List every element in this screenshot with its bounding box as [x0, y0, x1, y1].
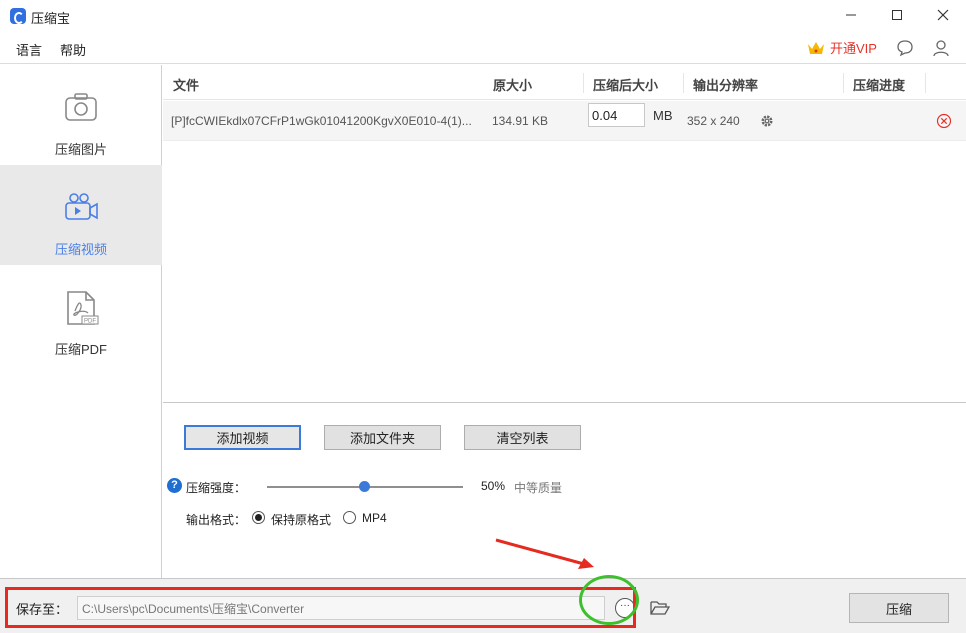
maximize-button[interactable] — [874, 0, 920, 30]
maximize-icon — [892, 10, 902, 20]
menu-help[interactable]: 帮助 — [60, 40, 86, 59]
app-logo-icon — [10, 8, 26, 24]
app-title: 压缩宝 — [31, 11, 71, 26]
menu-language[interactable]: 语言 — [16, 40, 42, 59]
original-size: 134.91 KB — [492, 114, 549, 128]
menu-bar: 语言 帮助 开通VIP — [0, 32, 966, 64]
radio-keep-original-label[interactable]: 保持原格式 — [271, 511, 331, 528]
sidebar-item-label: 压缩图片 — [54, 142, 107, 157]
radio-mp4[interactable] — [343, 511, 356, 524]
clear-list-button[interactable]: 清空列表 — [464, 425, 581, 450]
column-header-file: 文件 — [173, 78, 200, 93]
column-header-progress: 压缩进度 — [853, 78, 906, 93]
annotation-highlight-box — [5, 587, 636, 628]
compress-button[interactable]: 压缩 — [849, 593, 949, 623]
remove-row-icon[interactable] — [936, 113, 952, 129]
annotation-highlight-circle — [579, 575, 639, 625]
user-icon[interactable] — [931, 38, 951, 58]
file-name: [P]fcCWIEkdlx07CFrP1wGk01041200KgvX0E010… — [171, 114, 472, 128]
sidebar-item-label: 压缩PDF — [54, 342, 107, 357]
file-table: 文件 原大小 压缩后大小 输出分辨率 压缩进度 [P]fcCWIEkdlx07C… — [163, 65, 966, 403]
column-divider — [583, 73, 584, 93]
slider-thumb[interactable] — [359, 481, 370, 492]
quality-label: 中等质量 — [514, 481, 563, 495]
add-video-button[interactable]: 添加视频 — [184, 425, 301, 450]
add-folder-button[interactable]: 添加文件夹 — [324, 425, 441, 450]
open-folder-icon[interactable] — [650, 599, 670, 617]
output-format-label: 输出格式： — [186, 513, 247, 527]
annotation-arrow-icon — [495, 538, 594, 569]
column-header-resolution: 输出分辨率 — [693, 78, 759, 93]
crown-icon — [808, 41, 824, 54]
close-icon — [937, 9, 949, 21]
sidebar: 压缩图片 压缩视频 PDF 压缩PDF — [0, 65, 162, 578]
save-bar: 保存至： ··· 压缩 — [0, 575, 966, 633]
video-camera-icon — [65, 193, 98, 220]
minimize-button[interactable] — [828, 0, 874, 30]
table-row[interactable]: [P]fcCWIEkdlx07CFrP1wGk01041200KgvX0E010… — [163, 101, 966, 141]
chat-bubble-icon[interactable] — [895, 38, 915, 58]
camera-icon — [65, 93, 97, 121]
target-size-input[interactable] — [588, 103, 645, 127]
column-divider — [843, 73, 844, 93]
sidebar-item-compress-video[interactable]: 压缩视频 — [0, 165, 162, 265]
radio-mp4-label[interactable]: MP4 — [362, 511, 387, 525]
sidebar-item-label: 压缩视频 — [54, 242, 107, 257]
vip-label: 开通VIP — [830, 41, 877, 56]
sidebar-item-compress-pdf[interactable]: PDF 压缩PDF — [0, 265, 162, 365]
close-button[interactable] — [920, 0, 966, 30]
target-size-unit: MB — [653, 108, 673, 123]
column-divider — [925, 73, 926, 93]
output-resolution: 352 x 240 — [687, 114, 740, 128]
table-header: 文件 原大小 压缩后大小 输出分辨率 压缩进度 — [163, 65, 966, 100]
vip-button[interactable]: 开通VIP — [806, 38, 877, 57]
radio-keep-original[interactable] — [252, 511, 265, 524]
title-bar: 压缩宝 — [0, 0, 966, 32]
svg-text:PDF: PDF — [84, 319, 96, 325]
column-divider — [683, 73, 684, 93]
column-header-compressed-size: 压缩后大小 — [593, 78, 659, 93]
compression-strength-value: 50% — [481, 479, 506, 493]
sidebar-item-compress-image[interactable]: 压缩图片 — [0, 65, 162, 165]
column-header-original-size: 原大小 — [493, 78, 533, 93]
compression-strength-label: 压缩强度： — [186, 481, 247, 495]
gear-icon[interactable] — [760, 114, 774, 128]
pdf-file-icon: PDF — [67, 291, 99, 325]
minimize-icon — [846, 14, 856, 16]
help-icon[interactable]: ? — [167, 478, 182, 493]
